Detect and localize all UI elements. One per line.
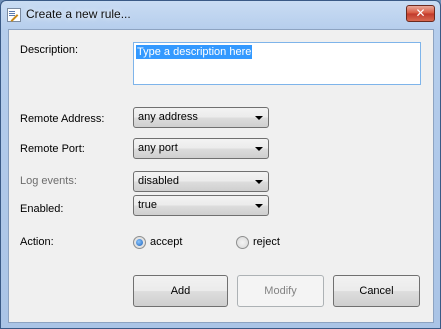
close-button[interactable]: ✕ (406, 5, 435, 22)
remote-address-label: Remote Address: (20, 113, 105, 125)
modify-button[interactable]: Modify (237, 275, 324, 307)
description-textarea[interactable]: Type a description here (133, 42, 421, 85)
cancel-button[interactable]: Cancel (333, 275, 420, 307)
chevron-down-icon (255, 180, 263, 184)
chevron-down-icon (255, 116, 263, 120)
reject-radio-label: reject (253, 236, 280, 248)
title-bar[interactable]: Create a new rule... ✕ (1, 1, 440, 29)
app-icon (7, 8, 21, 22)
enabled-dropdown[interactable]: true (133, 195, 269, 216)
description-text: Type a description here (136, 45, 253, 59)
action-label: Action: (20, 236, 54, 248)
remote-port-value: any port (138, 142, 178, 154)
log-events-label: Log events: (20, 175, 77, 187)
accept-radio[interactable] (133, 236, 146, 249)
description-label: Description: (20, 44, 79, 56)
reject-radio[interactable] (236, 236, 249, 249)
log-events-value: disabled (138, 175, 179, 187)
remote-port-dropdown[interactable]: any port (133, 138, 269, 159)
remote-port-label: Remote Port: (20, 143, 85, 155)
dialog-window: Create a new rule... ✕ Description: Type… (0, 0, 441, 329)
accept-radio-label: accept (150, 236, 183, 248)
add-button[interactable]: Add (133, 275, 228, 307)
log-events-dropdown[interactable]: disabled (133, 171, 269, 192)
enabled-value: true (138, 199, 157, 211)
remote-address-dropdown[interactable]: any address (133, 107, 269, 128)
enabled-label: Enabled: (20, 203, 64, 215)
window-title: Create a new rule... (26, 7, 131, 21)
dialog-client-area: Description: Type a description here Rem… (8, 29, 434, 323)
chevron-down-icon (255, 147, 263, 151)
chevron-down-icon (255, 204, 263, 208)
remote-address-value: any address (138, 111, 198, 123)
